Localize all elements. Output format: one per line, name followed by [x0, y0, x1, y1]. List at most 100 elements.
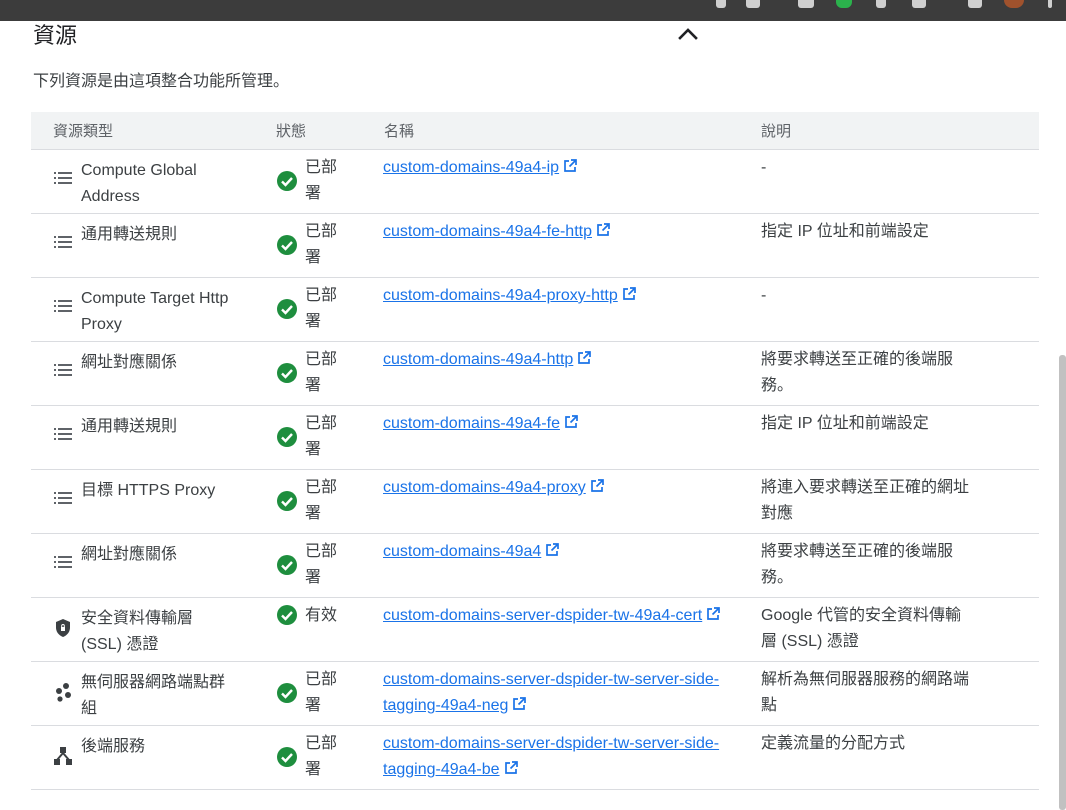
list-icon: [53, 552, 73, 572]
column-header-status[interactable]: 狀態: [276, 120, 306, 141]
resource-name-link[interactable]: custom-domains-49a4-http: [383, 347, 723, 373]
column-header-name[interactable]: 名稱: [384, 120, 414, 141]
table-row: Compute Global Address 已部署 custom-domains-…: [31, 150, 1039, 214]
open-in-new-icon[interactable]: [503, 759, 519, 775]
resource-name-link[interactable]: custom-domains-49a4-ip: [383, 155, 723, 181]
open-in-new-icon[interactable]: [511, 695, 527, 711]
backend-service-icon: [53, 746, 73, 766]
more-menu-icon[interactable]: [1048, 0, 1052, 8]
table-row: 網址對應關係 已部署 custom-domains-49a4-http 將要求轉送至正…: [31, 342, 1039, 406]
extension-green-icon[interactable]: [836, 0, 852, 8]
resource-name-link[interactable]: custom-domains-49a4: [383, 539, 723, 565]
table-row: 無伺服器網路端點群組 已部署 custom-domains-server-dspid…: [31, 662, 1039, 726]
resource-name-text[interactable]: custom-domains-49a4-fe: [383, 415, 560, 432]
open-in-new-icon[interactable]: [562, 157, 578, 173]
status-label: 已部署: [305, 671, 338, 714]
status-label: 有效: [305, 607, 338, 624]
list-icon: [53, 488, 73, 508]
resource-description: 指定 IP 位址和前端設定: [761, 223, 929, 240]
extension-icon[interactable]: [798, 0, 814, 8]
column-header-description[interactable]: 說明: [761, 120, 791, 141]
table-row: 目標 HTTPS Proxy 已部署 custom-domains-49a4-pro…: [31, 470, 1039, 534]
resource-name-text[interactable]: custom-domains-49a4-ip: [383, 159, 559, 176]
resource-name-text[interactable]: custom-domains-server-dspider-tw-server-…: [383, 735, 719, 778]
check-circle-icon: [276, 298, 298, 320]
resource-name-text[interactable]: custom-domains-49a4-fe-http: [383, 223, 592, 240]
open-in-new-icon[interactable]: [705, 605, 721, 621]
resource-name-link[interactable]: custom-domains-server-dspider-tw-server-…: [383, 731, 723, 783]
extension-icon-3[interactable]: [912, 0, 926, 8]
resource-description: 指定 IP 位址和前端設定: [761, 415, 929, 432]
status-label: 已部署: [305, 287, 338, 330]
resource-description: 將要求轉送至正確的後端服務。: [761, 543, 954, 586]
resource-name-text[interactable]: custom-domains-server-dspider-tw-49a4-ce…: [383, 607, 702, 624]
resource-name-link[interactable]: custom-domains-49a4-proxy-http: [383, 283, 723, 309]
resource-name-text[interactable]: custom-domains-49a4-http: [383, 351, 573, 368]
list-icon: [53, 360, 73, 380]
open-in-new-icon[interactable]: [595, 221, 611, 237]
shield-icon: [53, 618, 73, 638]
search-icon[interactable]: [716, 0, 726, 8]
check-circle-icon: [276, 682, 298, 704]
table-header: 資源類型 狀態 名稱 說明: [31, 112, 1039, 150]
check-circle-icon: [276, 746, 298, 768]
resource-name-link[interactable]: custom-domains-49a4-fe: [383, 411, 723, 437]
resource-type-label: 目標 HTTPS Proxy: [81, 482, 216, 499]
table-row: Compute Target Http Proxy 已部署 custom-domai…: [31, 278, 1039, 342]
resource-description: 定義流量的分配方式: [761, 735, 906, 752]
column-header-type[interactable]: 資源類型: [53, 120, 113, 141]
resource-type-label: 通用轉送規則: [81, 226, 178, 243]
resource-type-label: 無伺服器網路端點群組: [81, 674, 226, 717]
table-row: 通用轉送規則 已部署 custom-domains-49a4-fe 指定 IP 位址和…: [31, 406, 1039, 470]
resource-name-text[interactable]: custom-domains-49a4: [383, 543, 541, 560]
collapse-button[interactable]: [674, 21, 702, 45]
table-row: 安全資料傳輸層 (SSL) 憑證 有效 custom-domains-server-…: [31, 598, 1039, 662]
table-row: 網址對應關係 已部署 custom-domains-49a4 將要求轉送至正確的後端服…: [31, 534, 1039, 598]
star-icon[interactable]: [746, 0, 760, 8]
status-label: 已部署: [305, 415, 338, 458]
resource-type-label: 通用轉送規則: [81, 418, 178, 435]
resource-description: -: [761, 159, 767, 176]
list-icon: [53, 168, 73, 188]
resource-name-link[interactable]: custom-domains-49a4-proxy: [383, 475, 723, 501]
resource-description: 解析為無伺服器服務的網路端點: [761, 671, 970, 714]
check-circle-icon: [276, 490, 298, 512]
check-circle-icon: [276, 362, 298, 384]
open-in-new-icon[interactable]: [589, 477, 605, 493]
resource-description: 將要求轉送至正確的後端服務。: [761, 351, 954, 394]
resource-name-link[interactable]: custom-domains-49a4-fe-http: [383, 219, 723, 245]
chevron-up-icon: [678, 28, 698, 40]
resource-name-text[interactable]: custom-domains-49a4-proxy: [383, 479, 586, 496]
status-label: 已部署: [305, 223, 338, 266]
scrollbar[interactable]: [1059, 355, 1066, 810]
resource-type-label: 後端服務: [81, 738, 146, 755]
open-in-new-icon[interactable]: [563, 413, 579, 429]
resource-description: -: [761, 287, 767, 304]
resource-type-label: 網址對應關係: [81, 354, 178, 371]
endpoint-group-icon: [53, 682, 73, 702]
status-label: 已部署: [305, 543, 338, 586]
table-row: 後端服務 已部署 custom-domains-server-dspider-tw-…: [31, 726, 1039, 790]
open-in-new-icon[interactable]: [544, 541, 560, 557]
open-in-new-icon[interactable]: [621, 285, 637, 301]
section-title: 資源: [33, 23, 78, 48]
check-circle-icon: [276, 604, 298, 626]
resource-name-link[interactable]: custom-domains-server-dspider-tw-server-…: [383, 667, 723, 719]
resource-type-label: Compute Target Http Proxy: [81, 290, 229, 333]
list-icon: [53, 232, 73, 252]
avatar[interactable]: [1004, 0, 1024, 8]
resource-name-text[interactable]: custom-domains-server-dspider-tw-server-…: [383, 671, 719, 714]
status-label: 已部署: [305, 159, 338, 202]
resource-description: Google 代管的安全資料傳輸層 (SSL) 憑證: [761, 607, 962, 650]
open-in-new-icon[interactable]: [576, 349, 592, 365]
resource-name-text[interactable]: custom-domains-49a4-proxy-http: [383, 287, 618, 304]
status-label: 已部署: [305, 735, 338, 778]
table-row: 通用轉送規則 已部署 custom-domains-49a4-fe-http 指定 I…: [31, 214, 1039, 278]
extension-icon-2[interactable]: [876, 0, 886, 8]
resource-description: 將連入要求轉送至正確的網址對應: [761, 479, 970, 522]
resource-name-link[interactable]: custom-domains-server-dspider-tw-49a4-ce…: [383, 603, 723, 629]
sidebar-icon[interactable]: [968, 0, 982, 8]
list-icon: [53, 296, 73, 316]
resource-type-label: 網址對應關係: [81, 546, 178, 563]
check-circle-icon: [276, 170, 298, 192]
